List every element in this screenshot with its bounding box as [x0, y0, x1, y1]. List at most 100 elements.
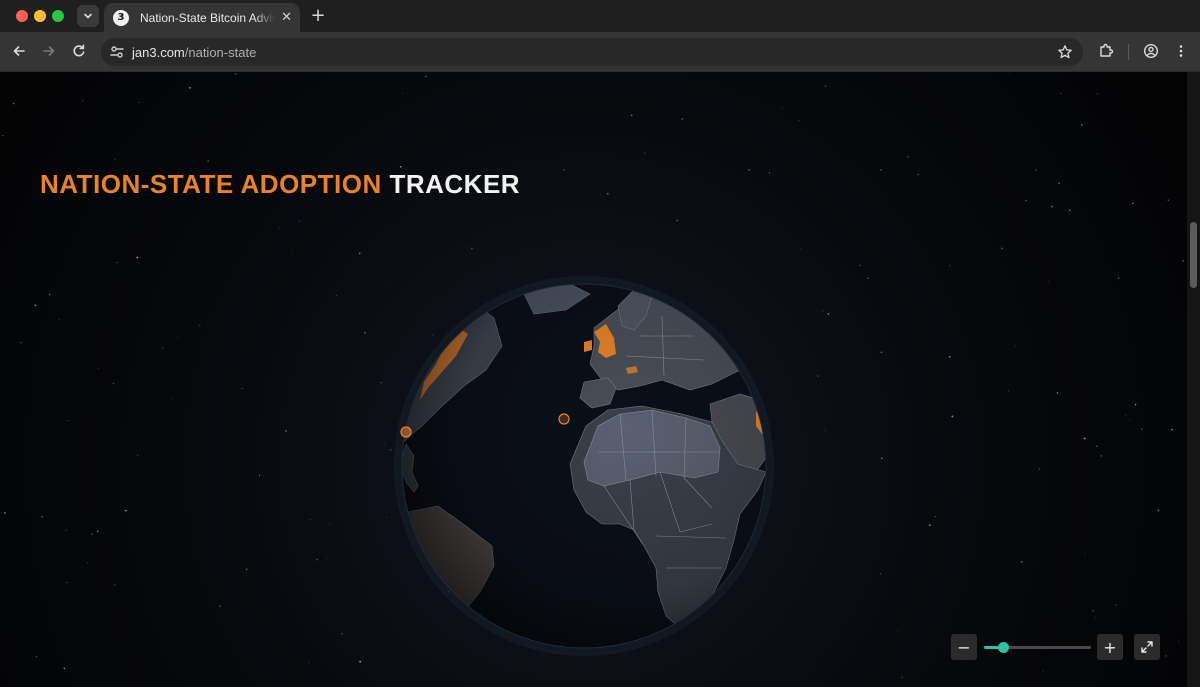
star-dot: [136, 454, 139, 456]
star-dot: [563, 169, 565, 171]
star-dot: [20, 341, 22, 344]
star-dot: [1097, 93, 1099, 95]
star-dot: [328, 523, 330, 525]
fullscreen-button[interactable]: [1134, 634, 1160, 660]
new-tab-button[interactable]: +: [307, 5, 329, 27]
star-dot: [114, 158, 116, 161]
star-dot: [98, 367, 100, 369]
star-dot: [1058, 182, 1060, 184]
star-dot: [470, 247, 473, 250]
zoom-in-button[interactable]: +: [1097, 634, 1123, 660]
star-dot: [1129, 418, 1131, 420]
star-dot: [35, 656, 37, 657]
star-dot: [335, 295, 337, 297]
star-dot: [63, 667, 66, 670]
star-dot: [1134, 403, 1137, 406]
star-dot: [1038, 468, 1040, 470]
star-dot: [802, 642, 804, 644]
star-dot: [948, 355, 951, 358]
page-scrollbar-thumb[interactable]: [1190, 221, 1197, 288]
tune-icon[interactable]: [109, 44, 125, 60]
star-dot: [1141, 428, 1144, 431]
star-dot: [171, 397, 173, 399]
star-dot: [606, 192, 609, 195]
globe-stage[interactable]: NATION-STATE ADOPTION TRACKER − +: [0, 72, 1187, 687]
browser-window: 3 Nation-State Bitcoin Advisory ✕ +: [0, 0, 1200, 687]
forward-button[interactable]: [38, 40, 60, 62]
star-dot: [951, 415, 954, 418]
star-dot: [113, 383, 114, 385]
page-title-accent: NATION-STATE ADOPTION: [40, 169, 382, 200]
star-dot: [1000, 247, 1003, 250]
star-dot: [1056, 392, 1059, 394]
url-text[interactable]: jan3.com/nation-state: [132, 45, 256, 60]
star-dot: [1132, 202, 1134, 205]
star-dot: [87, 562, 89, 564]
back-button[interactable]: [8, 40, 30, 62]
tab-search-button[interactable]: [77, 5, 99, 27]
star-dot: [177, 337, 179, 339]
star-dot: [1100, 455, 1103, 457]
star-dot: [65, 529, 67, 531]
star-dot: [630, 114, 633, 117]
star-dot: [934, 516, 936, 518]
globe[interactable]: [394, 276, 774, 656]
star-dot: [822, 310, 824, 312]
star-dot: [188, 86, 191, 89]
star-dot: [96, 530, 99, 533]
star-dot: [1178, 640, 1180, 642]
star-dot: [644, 152, 646, 154]
star-dot: [1164, 654, 1167, 657]
star-dot: [825, 85, 827, 87]
tab-active[interactable]: 3 Nation-State Bitcoin Advisory ✕: [104, 3, 300, 32]
star-icon[interactable]: [1057, 44, 1073, 60]
star-dot: [298, 220, 300, 222]
puzzle-icon: [1100, 43, 1114, 57]
zoom-out-button[interactable]: −: [951, 634, 977, 660]
star-dot: [1008, 73, 1010, 74]
star-dot: [235, 73, 237, 75]
star-dot: [1042, 670, 1044, 672]
close-window-button[interactable]: [16, 10, 28, 22]
star-dot: [390, 449, 392, 451]
zoom-window-button[interactable]: [52, 10, 64, 22]
url-path: /nation-state: [184, 45, 257, 60]
star-dot: [1125, 414, 1127, 416]
star-dot: [897, 631, 899, 633]
star-dot: [1007, 390, 1010, 392]
marker-madeira[interactable]: [558, 413, 570, 425]
star-dot: [782, 108, 784, 110]
address-bar[interactable]: jan3.com/nation-state: [101, 38, 1083, 66]
minimize-window-button[interactable]: [34, 10, 46, 22]
star-dot: [817, 375, 819, 377]
star-dot: [1051, 205, 1054, 208]
star-dot: [1060, 92, 1062, 94]
star-dot: [399, 165, 402, 168]
tab-close-button[interactable]: ✕: [281, 10, 292, 25]
star-dot: [1081, 124, 1083, 126]
zoom-slider-thumb[interactable]: [998, 642, 1010, 653]
page-title-plain: TRACKER: [389, 169, 521, 200]
star-dot: [907, 155, 910, 158]
star-dot: [380, 382, 382, 384]
extensions-button[interactable]: [1095, 40, 1117, 62]
star-dot: [241, 387, 243, 390]
star-dot: [341, 632, 343, 635]
profile-button[interactable]: [1140, 40, 1162, 62]
reload-icon: [73, 44, 85, 57]
page-scrollbar[interactable]: [1187, 72, 1200, 687]
browser-menu-button[interactable]: [1170, 40, 1192, 62]
browser-toolbar: jan3.com/nation-state: [0, 32, 1200, 72]
zoom-slider[interactable]: [984, 642, 1091, 653]
star-dot: [402, 92, 404, 94]
reload-button[interactable]: [68, 40, 90, 62]
star-dot: [383, 442, 385, 444]
star-dot: [326, 557, 328, 559]
marker-el-salvador[interactable]: [400, 426, 412, 438]
star-dot: [859, 264, 861, 267]
star-dot: [58, 319, 60, 320]
star-dot: [1084, 553, 1086, 555]
star-dot: [1171, 428, 1173, 431]
star-dot: [880, 351, 883, 354]
url-host: jan3.com: [132, 45, 185, 60]
